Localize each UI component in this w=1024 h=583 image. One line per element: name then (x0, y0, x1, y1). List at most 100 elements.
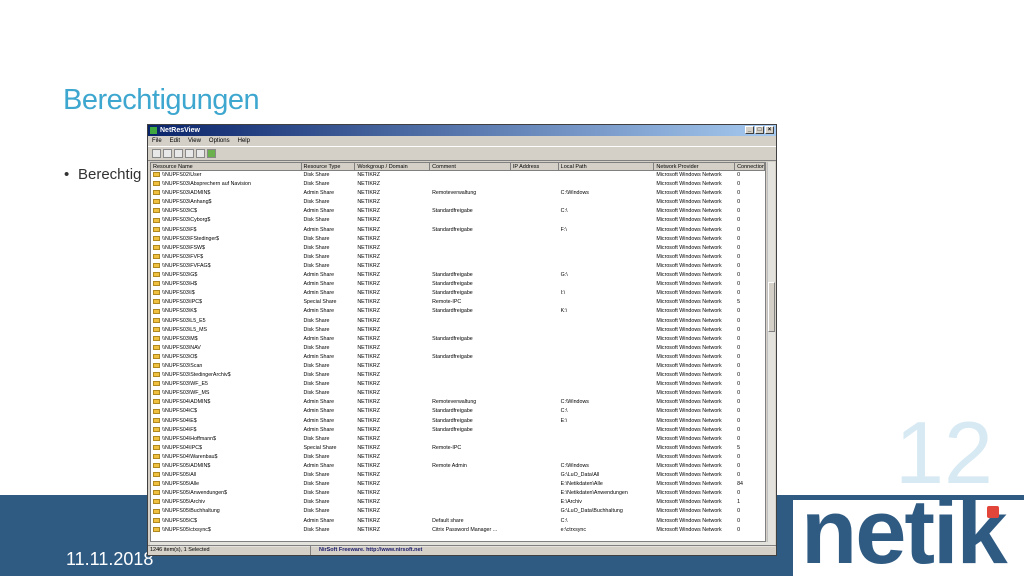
table-cell: NETIKRZ (355, 526, 430, 535)
menu-item-options[interactable]: Options (209, 136, 230, 146)
table-row[interactable]: \\NUPFS05\ctxsync$ Disk Share NETIKRZ Citri… (151, 526, 765, 535)
column-header[interactable]: Resource Type (301, 163, 356, 171)
table-cell: 0 (735, 326, 765, 335)
table-cell: Admin Share (302, 189, 356, 198)
maximize-button[interactable]: □ (755, 126, 764, 134)
properties-icon[interactable] (163, 149, 172, 158)
column-header[interactable]: Local Path (558, 163, 655, 171)
table-row[interactable]: \\NUPFS03\I$ Admin Share NETIKRZ Standardfr… (151, 289, 765, 298)
table-cell: Microsoft Windows Network (654, 453, 735, 462)
html-report-icon[interactable] (185, 149, 194, 158)
table-row[interactable]: \\NUPFS05\ADMIN$ Admin Share NETIKRZ Remote… (151, 462, 765, 471)
save-icon[interactable] (152, 149, 161, 158)
table-row[interactable]: \\NUPFS03\O$ Admin Share NETIKRZ Standardfr… (151, 353, 765, 362)
table-cell: Microsoft Windows Network (654, 344, 735, 353)
table-row[interactable]: \\NUPFS05\Archiv Disk Share NETIKRZ E:\Arch… (151, 498, 765, 507)
table-row[interactable]: \\NUPFS03\Cyborg$ Disk Share NETIKRZ Micros… (151, 216, 765, 225)
table-row[interactable]: \\NUPFS03\FStedinger$ Disk Share NETIKRZ Mi… (151, 235, 765, 244)
vertical-scrollbar[interactable] (767, 162, 775, 542)
table-row[interactable]: \\NUPFS03\StedingerArchiv$ Disk Share NETI… (151, 371, 765, 380)
column-header[interactable]: Comment (430, 163, 511, 171)
table-cell: Microsoft Windows Network (654, 498, 735, 507)
menu-item-file[interactable]: File (152, 136, 162, 146)
table-row[interactable]: \\NUPFS03\G$ Admin Share NETIKRZ Standardfr… (151, 271, 765, 280)
table-row[interactable]: \\NUPFS03\ADMIN$ Admin Share NETIKRZ Remote… (151, 189, 765, 198)
table-cell (511, 189, 559, 198)
slide-date: 11.11.2018 (66, 549, 154, 569)
table-cell: Disk Share (302, 362, 356, 371)
refresh-icon[interactable] (196, 149, 205, 158)
table-cell: \\NUPFS05\Archiv (151, 498, 302, 507)
cell-text: NETIKRZ (357, 235, 380, 242)
table-cell: 1 (735, 498, 765, 507)
table-row[interactable]: \\NUPFS03\WF_MS Disk Share NETIKRZ Microsof… (151, 389, 765, 398)
table-row[interactable]: \\NUPFS04\ADMIN$ Admin Share NETIKRZ Remote… (151, 398, 765, 407)
column-header[interactable]: Resource Name (151, 163, 302, 171)
table-row[interactable]: \\NUPFS04\Warenbau$ Disk Share NETIKRZ Micr… (151, 453, 765, 462)
table-row[interactable]: \\NUPFS05\All Disk Share NETIKRZ G:\LuO_Dat… (151, 471, 765, 480)
table-row[interactable]: \\NUPFS03\K$ Admin Share NETIKRZ Standardfr… (151, 307, 765, 316)
cell-text: 0 (737, 408, 741, 415)
table-row[interactable]: \\NUPFS03\FSW$ Disk Share NETIKRZ Microsoft… (151, 244, 765, 253)
table-cell (511, 526, 559, 535)
window-titlebar[interactable]: NetResView _ □ × (148, 125, 776, 136)
table-row[interactable]: \\NUPFS03\Absprechern auf Navision Disk S… (151, 180, 765, 189)
exit-icon[interactable] (207, 149, 216, 158)
table-cell: NETIKRZ (355, 253, 430, 262)
cell-text: Microsoft Windows Network (656, 199, 722, 206)
table-row[interactable]: \\NUPFS03\FVFAG$ Disk Share NETIKRZ Microso… (151, 262, 765, 271)
table-row[interactable]: \\NUPFS03\L5_MS Disk Share NETIKRZ Microsof… (151, 326, 765, 335)
table-row[interactable]: \\NUPFS04\IPC$ Special Share NETIKRZ Remote… (151, 444, 765, 453)
cell-text: NETIKRZ (357, 344, 380, 351)
column-header[interactable]: Connections (735, 163, 765, 171)
table-cell (430, 198, 511, 207)
table-row[interactable]: \\NUPFS03\C$ Admin Share NETIKRZ Standardfr… (151, 207, 765, 216)
table-row[interactable]: \\NUPFS03\M$ Admin Share NETIKRZ Standardfr… (151, 335, 765, 344)
table-row[interactable]: \\NUPFS03\IPC$ Special Share NETIKRZ Remote… (151, 298, 765, 307)
table-row[interactable]: \\NUPFS03\H$ Admin Share NETIKRZ Standardfr… (151, 280, 765, 289)
close-button[interactable]: × (765, 126, 774, 134)
table-row[interactable]: \\NUPFS05\Buchhaltung Disk Share NETIKRZ G:… (151, 507, 765, 516)
table-row[interactable]: \\NUPFS05\C$ Admin Share NETIKRZ Default sh… (151, 517, 765, 526)
table-row[interactable]: \\NUPFS04\F$ Admin Share NETIKRZ Standardfr… (151, 426, 765, 435)
table-cell: Special Share (302, 298, 356, 307)
table-row[interactable]: \\NUPFS03\FVF$ Disk Share NETIKRZ Microsoft… (151, 253, 765, 262)
table-row[interactable]: \\NUPFS03\WF_E5 Disk Share NETIKRZ Microsof… (151, 380, 765, 389)
cell-text: 0 (737, 226, 741, 233)
table-row[interactable]: \\NUPFS04\E$ Admin Share NETIKRZ Standardfr… (151, 417, 765, 426)
resource-list[interactable]: Resource Name Resource Type Workgroup / Do… (150, 162, 766, 542)
table-cell (511, 171, 559, 180)
cell-text: NETIKRZ (357, 508, 380, 515)
scrollbar-thumb[interactable] (768, 282, 775, 332)
status-credit-link[interactable]: NirSoft Freeware. http://www.nirsoft.net (311, 546, 619, 555)
table-row[interactable]: \\NUPFS03\F$ Admin Share NETIKRZ Standardfr… (151, 226, 765, 235)
cell-text: e:\ctrxsync (560, 526, 586, 533)
cell-text: Admin Share (303, 190, 335, 197)
menu-item-edit[interactable]: Edit (170, 136, 180, 146)
table-cell: 0 (735, 207, 765, 216)
cell-text: NETIKRZ (357, 317, 380, 324)
menu-item-view[interactable]: View (188, 136, 201, 146)
column-header[interactable]: IP Address (510, 163, 559, 171)
table-cell: Admin Share (302, 517, 356, 526)
table-row[interactable]: \\NUPFS03\Anhang$ Disk Share NETIKRZ Micros… (151, 198, 765, 207)
column-header[interactable]: Workgroup / Domain (355, 163, 431, 171)
table-row[interactable]: \\NUPFS03\NAV Disk Share NETIKRZ Microsoft … (151, 344, 765, 353)
copy-icon[interactable] (174, 149, 183, 158)
table-row[interactable]: \\NUPFS04\Hoffmann$ Disk Share NETIKRZ Micr… (151, 435, 765, 444)
cell-text: Microsoft Windows Network (656, 499, 722, 506)
cell-text: Remote Admin (432, 463, 467, 469)
table-row[interactable]: \\NUPFS05\Anwendungen$ Disk Share NETIKRZ E… (151, 489, 765, 498)
table-cell: \\NUPFS03\NAV (151, 344, 302, 353)
table-row[interactable]: \\NUPFS03\Scan Disk Share NETIKRZ Microsoft… (151, 362, 765, 371)
column-header[interactable]: Network Provider (654, 163, 736, 171)
minimize-button[interactable]: _ (745, 126, 754, 134)
menu-item-help[interactable]: Help (238, 136, 250, 146)
cell-text: Microsoft Windows Network (656, 326, 722, 333)
table-cell: Remoteverwaltung (430, 398, 511, 407)
table-row[interactable]: \\NUPFS02\User Disk Share NETIKRZ Microsoft… (151, 171, 765, 180)
table-row[interactable]: \\NUPFS03\L5_E5 Disk Share NETIKRZ Microsof… (151, 317, 765, 326)
table-cell: e:\ctrxsync (559, 526, 655, 535)
table-row[interactable]: \\NUPFS05\Alle Disk Share NETIKRZ E:\Netikd… (151, 480, 765, 489)
table-row[interactable]: \\NUPFS04\C$ Admin Share NETIKRZ Standardfr… (151, 407, 765, 416)
